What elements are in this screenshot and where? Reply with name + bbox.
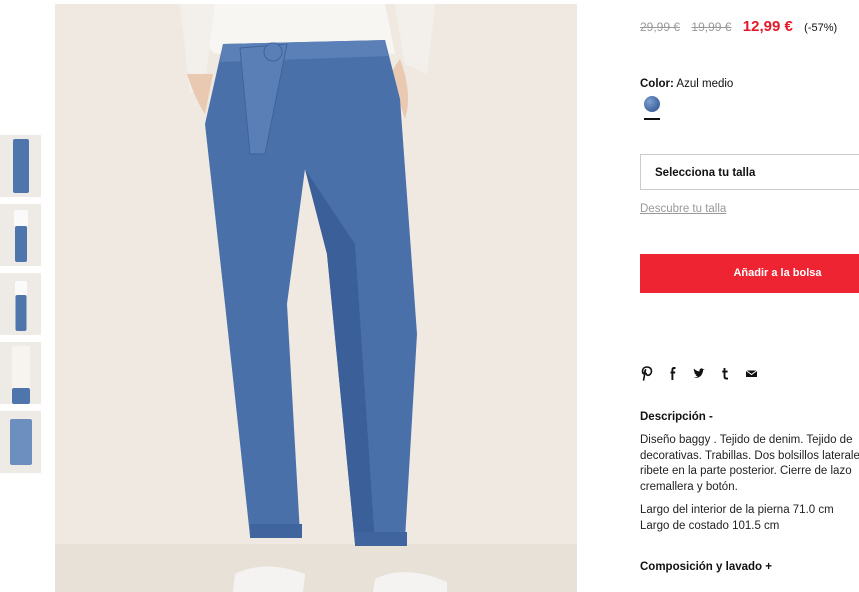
facebook-icon[interactable] [666, 366, 681, 381]
measurements: Largo del interior de la pierna 71.0 cm … [640, 503, 834, 534]
color-value: Azul medio [676, 78, 734, 90]
color-swatch-azul-medio[interactable] [644, 96, 660, 112]
thumb-jeans-shape [11, 388, 30, 404]
discount-badge: (-57%) [804, 22, 838, 34]
thumb-jeans-shape [9, 419, 32, 465]
measure-outseam: Largo de costado 101.5 cm [640, 519, 780, 532]
color-label: Color: [640, 78, 674, 90]
description-toggle[interactable]: Descripción - [640, 411, 713, 423]
original-price: 29,99 € [640, 20, 681, 34]
thumb-jeans-shape [15, 295, 26, 331]
thumb-top-shape [13, 210, 28, 226]
current-price: 12,99 € [742, 18, 793, 35]
tumblr-icon[interactable] [718, 366, 733, 381]
thumbnail-5[interactable] [0, 411, 41, 473]
product-main-image[interactable] [55, 4, 577, 592]
mail-icon[interactable] [744, 366, 759, 381]
share-icons [640, 366, 759, 381]
thumbnail-4[interactable] [0, 342, 41, 404]
thumb-jeans-shape [12, 139, 29, 193]
twitter-icon[interactable] [692, 366, 707, 381]
add-to-bag-button[interactable]: Añadir a la bolsa [640, 254, 859, 293]
composition-toggle[interactable]: Composición y lavado + [640, 561, 772, 573]
measure-inseam: Largo del interior de la pierna 71.0 cm [640, 504, 834, 516]
thumbnail-3[interactable] [0, 273, 41, 335]
size-select[interactable]: Selecciona tu talla [640, 154, 859, 190]
size-guide-link[interactable]: Descubre tu talla [640, 203, 726, 215]
pinterest-icon[interactable] [640, 366, 655, 381]
selected-swatch-indicator [644, 118, 660, 120]
description-line: Diseño baggy . Tejido de denim. Tejido d… [640, 434, 853, 446]
description-line: ribete en la parte posterior. Cierre de … [640, 465, 852, 477]
description-line: decorativas. Trabillas. Dos bolsillos la… [640, 449, 859, 462]
thumbnail-list [0, 135, 41, 480]
thumb-jeans-shape [14, 226, 27, 262]
thumbnail-1[interactable] [0, 135, 41, 197]
color-label-row: Color: Azul medio [640, 78, 733, 90]
price-row: 29,99 € 19,99 € 12,99 € (-57%) [640, 18, 837, 35]
description-line: cremallera y botón. [640, 480, 738, 493]
thumb-top-shape [11, 346, 30, 390]
previous-price: 19,99 € [691, 20, 732, 34]
description-text: Diseño baggy . Tejido de denim. Tejido d… [640, 433, 859, 495]
thumbnail-2[interactable] [0, 204, 41, 266]
thumb-top-shape [14, 281, 27, 295]
